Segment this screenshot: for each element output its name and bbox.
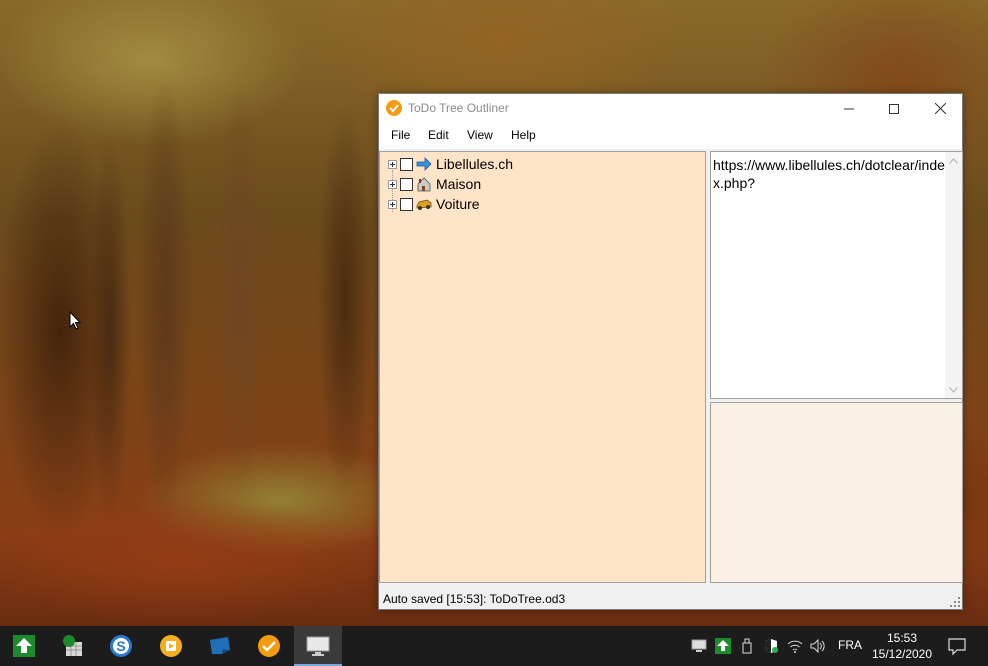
tray-computer-icon[interactable] bbox=[691, 638, 707, 654]
taskbar-s-app[interactable]: S bbox=[97, 626, 145, 666]
notification-center-icon[interactable] bbox=[947, 636, 967, 656]
menu-file[interactable]: File bbox=[391, 128, 410, 142]
tree-node[interactable]: Voiture bbox=[388, 194, 480, 214]
mouse-cursor-icon bbox=[69, 311, 82, 330]
svg-text:S: S bbox=[116, 638, 125, 654]
tree-node-label[interactable]: Libellules.ch bbox=[436, 156, 513, 172]
window-title: ToDo Tree Outliner bbox=[408, 101, 509, 115]
clock-date: 15/12/2020 bbox=[871, 647, 933, 661]
expand-icon[interactable] bbox=[388, 179, 397, 189]
maximize-icon bbox=[889, 103, 899, 114]
house-icon bbox=[416, 176, 432, 192]
todo-tree-window: ToDo Tree Outliner File Edit View Help L… bbox=[378, 93, 963, 610]
language-indicator[interactable]: FRA bbox=[838, 638, 862, 652]
media-player-icon bbox=[160, 635, 182, 657]
resize-grip-icon[interactable] bbox=[950, 597, 960, 607]
status-bar: Auto saved [15:53]: ToDoTree.od3 bbox=[379, 587, 962, 609]
tree-node-label[interactable]: Voiture bbox=[436, 196, 480, 212]
close-icon bbox=[934, 103, 946, 114]
menu-view[interactable]: View bbox=[467, 128, 493, 142]
car-icon bbox=[416, 196, 432, 212]
menu-help[interactable]: Help bbox=[511, 128, 536, 142]
menu-bar: File Edit View Help bbox=[379, 123, 962, 149]
clock[interactable]: 15:53 15/12/2020 bbox=[868, 630, 936, 662]
tree-node[interactable]: Maison bbox=[388, 174, 481, 194]
note-editor[interactable]: https://www.libellules.ch/dotclear/index… bbox=[710, 151, 963, 399]
taskbar-todo-app[interactable] bbox=[245, 626, 293, 666]
taskbar: S FRA 15:53 15/12/2020 bbox=[0, 626, 988, 666]
scroll-up-button[interactable] bbox=[945, 152, 962, 169]
vertical-scrollbar[interactable] bbox=[945, 152, 962, 398]
node-checkbox[interactable] bbox=[400, 157, 413, 171]
tree-pane[interactable]: Libellules.ch Maison Voiture bbox=[379, 151, 706, 583]
node-checkbox[interactable] bbox=[400, 197, 413, 211]
tray-volume-icon[interactable] bbox=[810, 638, 826, 654]
tray-shield-icon[interactable] bbox=[763, 638, 779, 654]
close-button[interactable] bbox=[917, 94, 963, 123]
secondary-pane[interactable] bbox=[710, 402, 963, 583]
upload-arrow-icon bbox=[13, 635, 35, 657]
taskbar-upload-app[interactable] bbox=[0, 626, 48, 666]
note-icon bbox=[210, 637, 230, 654]
minimize-button[interactable] bbox=[826, 94, 872, 123]
arrow-right-icon bbox=[416, 156, 432, 172]
tree-node[interactable]: Libellules.ch bbox=[388, 154, 513, 174]
chevron-down-icon bbox=[949, 386, 958, 393]
tray-usb-icon[interactable] bbox=[739, 638, 755, 654]
tree-node-label[interactable]: Maison bbox=[436, 176, 481, 192]
node-checkbox[interactable] bbox=[400, 177, 413, 191]
tray-wifi-icon[interactable] bbox=[787, 638, 803, 654]
checkmark-circle-icon bbox=[258, 635, 280, 657]
clock-time: 15:53 bbox=[886, 631, 918, 645]
tray-upload-icon[interactable] bbox=[715, 638, 731, 654]
monitor-icon bbox=[306, 636, 330, 656]
scroll-down-button[interactable] bbox=[945, 381, 962, 398]
expand-icon[interactable] bbox=[388, 159, 397, 169]
spreadsheet-icon bbox=[63, 635, 82, 656]
note-text[interactable]: https://www.libellules.ch/dotclear/index… bbox=[713, 156, 945, 192]
taskbar-spreadsheet-app[interactable] bbox=[48, 626, 96, 666]
chevron-up-icon bbox=[949, 157, 958, 164]
menu-edit[interactable]: Edit bbox=[428, 128, 449, 142]
maximize-button[interactable] bbox=[871, 94, 917, 123]
status-text: Auto saved [15:53]: ToDoTree.od3 bbox=[383, 592, 566, 606]
taskbar-note-app[interactable] bbox=[196, 626, 244, 666]
title-bar[interactable]: ToDo Tree Outliner bbox=[379, 94, 962, 123]
expand-icon[interactable] bbox=[388, 199, 397, 209]
taskbar-monitor-app[interactable] bbox=[294, 626, 342, 666]
minimize-icon bbox=[844, 108, 854, 109]
taskbar-media-app[interactable] bbox=[147, 626, 195, 666]
s-circle-icon: S bbox=[110, 635, 132, 657]
todo-app-icon bbox=[386, 100, 402, 116]
